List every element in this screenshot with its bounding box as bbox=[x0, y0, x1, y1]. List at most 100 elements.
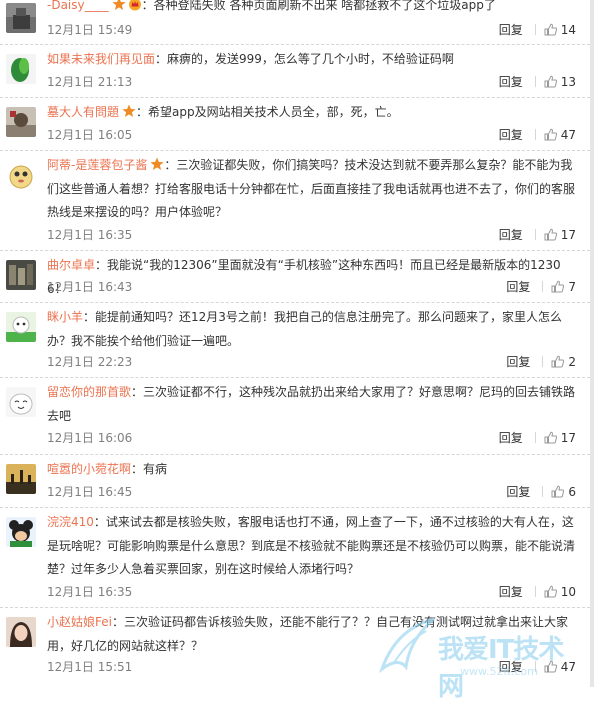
comment-time: 12月1日 15:49 bbox=[47, 23, 133, 37]
reply-button[interactable]: 回复 bbox=[506, 355, 530, 369]
user-name-link[interactable]: 留恋你的那首歌 bbox=[47, 385, 131, 399]
user-name-link[interactable]: 曲尔卓卓 bbox=[47, 258, 95, 272]
colon: ： bbox=[164, 158, 177, 172]
comment-text: 各种登陆失败 各种页面刷新不出来 啥都拯救不了这个垃圾app了 bbox=[153, 0, 496, 12]
user-name-link[interactable]: 浣浣410 bbox=[47, 515, 94, 529]
reply-button[interactable]: 回复 bbox=[506, 280, 530, 294]
divider bbox=[534, 24, 536, 35]
avatar[interactable] bbox=[6, 54, 36, 84]
colon: ： bbox=[141, 0, 154, 12]
divider bbox=[534, 76, 536, 87]
comment-actions: 回复 7 bbox=[506, 279, 576, 295]
like-button[interactable]: 10 bbox=[544, 584, 576, 600]
thumbs-up-icon bbox=[544, 228, 557, 241]
member-crown-icon bbox=[128, 0, 142, 11]
reply-button[interactable]: 回复 bbox=[499, 128, 523, 142]
comment-time: 12月1日 16:06 bbox=[47, 431, 133, 445]
comment-text: 能提前通知吗？还12月3号之前！我把自己的信息注册完了。那么问题来了，家里人怎么… bbox=[47, 310, 562, 348]
like-button[interactable]: 2 bbox=[551, 354, 576, 370]
comment-text: 麻痹的，发送999，怎么等了几个小时，不给验证码啊 bbox=[167, 52, 454, 66]
comment-item: 喧嚣的小菀花啊：有病 12月1日 16:45 回复 6 bbox=[0, 455, 590, 508]
like-button[interactable]: 47 bbox=[544, 127, 576, 143]
comment-time: 12月1日 16:05 bbox=[47, 128, 133, 142]
star-badge-icon bbox=[112, 0, 126, 11]
star-badge-icon bbox=[122, 104, 136, 118]
thumbs-up-icon bbox=[544, 23, 557, 36]
comment-actions: 回复 47 bbox=[499, 127, 576, 143]
user-name-link[interactable]: 眯小羊 bbox=[47, 310, 83, 324]
thumbs-up-icon bbox=[544, 431, 557, 444]
colon: ： bbox=[131, 462, 144, 476]
avatar[interactable] bbox=[6, 3, 36, 33]
avatar[interactable] bbox=[6, 312, 36, 342]
avatar[interactable] bbox=[6, 387, 36, 417]
like-count: 2 bbox=[568, 355, 576, 369]
comment-item: -Daisy____ ：各种登陆失败 各种页面刷新不出来 啥都拯救不了这个垃圾ap… bbox=[0, 0, 590, 45]
comment-time: 12月1日 22:23 bbox=[47, 355, 133, 369]
comment-item: 曲尔卓卓：我能说“我的12306”里面就没有“手机核验”这种东西吗！而且已经是最… bbox=[0, 251, 590, 303]
divider bbox=[542, 281, 544, 292]
comment-actions: 回复 6 bbox=[506, 484, 576, 500]
divider bbox=[542, 356, 544, 367]
like-button[interactable]: 6 bbox=[551, 484, 576, 500]
colon: ： bbox=[155, 52, 168, 66]
like-count: 17 bbox=[560, 228, 576, 242]
like-button[interactable]: 17 bbox=[544, 430, 576, 446]
like-button[interactable]: 7 bbox=[551, 279, 576, 295]
comment-text: 试来试去都是核验失败，客服电话也打不通，网上查了一下，通不过核验的大有人在，这是… bbox=[47, 515, 576, 576]
user-name-link[interactable]: 墓大人有問題 bbox=[47, 105, 119, 119]
reply-button[interactable]: 回复 bbox=[499, 585, 523, 599]
user-name-link[interactable]: 如果未来我们再见面 bbox=[47, 52, 155, 66]
user-name-link[interactable]: 小赵姑娘Fei bbox=[47, 615, 112, 629]
scrollbar[interactable] bbox=[590, 0, 594, 687]
like-count: 6 bbox=[568, 485, 576, 499]
avatar[interactable] bbox=[6, 617, 36, 647]
user-name-link[interactable]: 喧嚣的小菀花啊 bbox=[47, 462, 131, 476]
star-badge-icon bbox=[150, 157, 164, 171]
user-name-link[interactable]: -Daisy____ bbox=[47, 0, 109, 12]
avatar[interactable] bbox=[6, 107, 36, 137]
user-name-link[interactable]: 阿蒂-是莲蓉包子酱 bbox=[47, 158, 147, 172]
divider bbox=[542, 486, 544, 497]
comment-body: 留恋你的那首歌：三次验证都不行，这种残次品就扔出来给大家用了？好意思啊？尼玛的回… bbox=[47, 381, 580, 428]
reply-button[interactable]: 回复 bbox=[506, 485, 530, 499]
like-count: 14 bbox=[560, 23, 576, 37]
avatar[interactable] bbox=[6, 464, 36, 494]
like-count: 47 bbox=[560, 128, 576, 142]
thumbs-up-icon bbox=[551, 355, 565, 368]
reply-button[interactable]: 回复 bbox=[499, 75, 523, 89]
like-count: 7 bbox=[568, 280, 576, 294]
comment-time: 12月1日 16:35 bbox=[47, 585, 133, 599]
watermark-url: www.52it.com bbox=[460, 665, 538, 678]
like-button[interactable]: 13 bbox=[544, 74, 576, 90]
like-button[interactable]: 17 bbox=[544, 227, 576, 243]
avatar[interactable] bbox=[6, 160, 36, 190]
comment-item: 留恋你的那首歌：三次验证都不行，这种残次品就扔出来给大家用了？好意思啊？尼玛的回… bbox=[0, 378, 590, 455]
site-watermark: 我爱IT技术网 www.52it.com bbox=[376, 609, 586, 702]
comment-time: 12月1日 16:43 bbox=[47, 280, 133, 294]
comment-actions: 回复 13 bbox=[499, 74, 576, 90]
thumbs-up-icon bbox=[544, 75, 557, 88]
avatar[interactable] bbox=[6, 260, 36, 290]
colon: ： bbox=[111, 615, 124, 629]
bird-logo-icon bbox=[378, 617, 435, 674]
comment-actions: 回复 10 bbox=[499, 584, 576, 600]
reply-button[interactable]: 回复 bbox=[499, 23, 523, 37]
colon: ： bbox=[83, 310, 96, 324]
comment-body: 如果未来我们再见面：麻痹的，发送999，怎么等了几个小时，不给验证码啊 bbox=[47, 48, 580, 72]
reply-button[interactable]: 回复 bbox=[499, 431, 523, 445]
reply-button[interactable]: 回复 bbox=[499, 228, 523, 242]
thumbs-up-icon bbox=[551, 485, 565, 498]
comment-actions: 回复 2 bbox=[506, 354, 576, 370]
comment-actions: 回复 17 bbox=[499, 430, 576, 446]
like-button[interactable]: 14 bbox=[544, 22, 576, 38]
like-count: 10 bbox=[560, 585, 576, 599]
thumbs-up-icon bbox=[544, 585, 557, 598]
divider bbox=[534, 586, 536, 597]
divider bbox=[534, 129, 536, 140]
colon: ： bbox=[95, 258, 108, 272]
comment-time: 12月1日 15:51 bbox=[47, 660, 133, 674]
thumbs-up-icon bbox=[544, 128, 557, 141]
avatar[interactable] bbox=[6, 517, 36, 547]
comment-item: 眯小羊：能提前通知吗？还12月3号之前！我把自己的信息注册完了。那么问题来了，家… bbox=[0, 303, 590, 378]
